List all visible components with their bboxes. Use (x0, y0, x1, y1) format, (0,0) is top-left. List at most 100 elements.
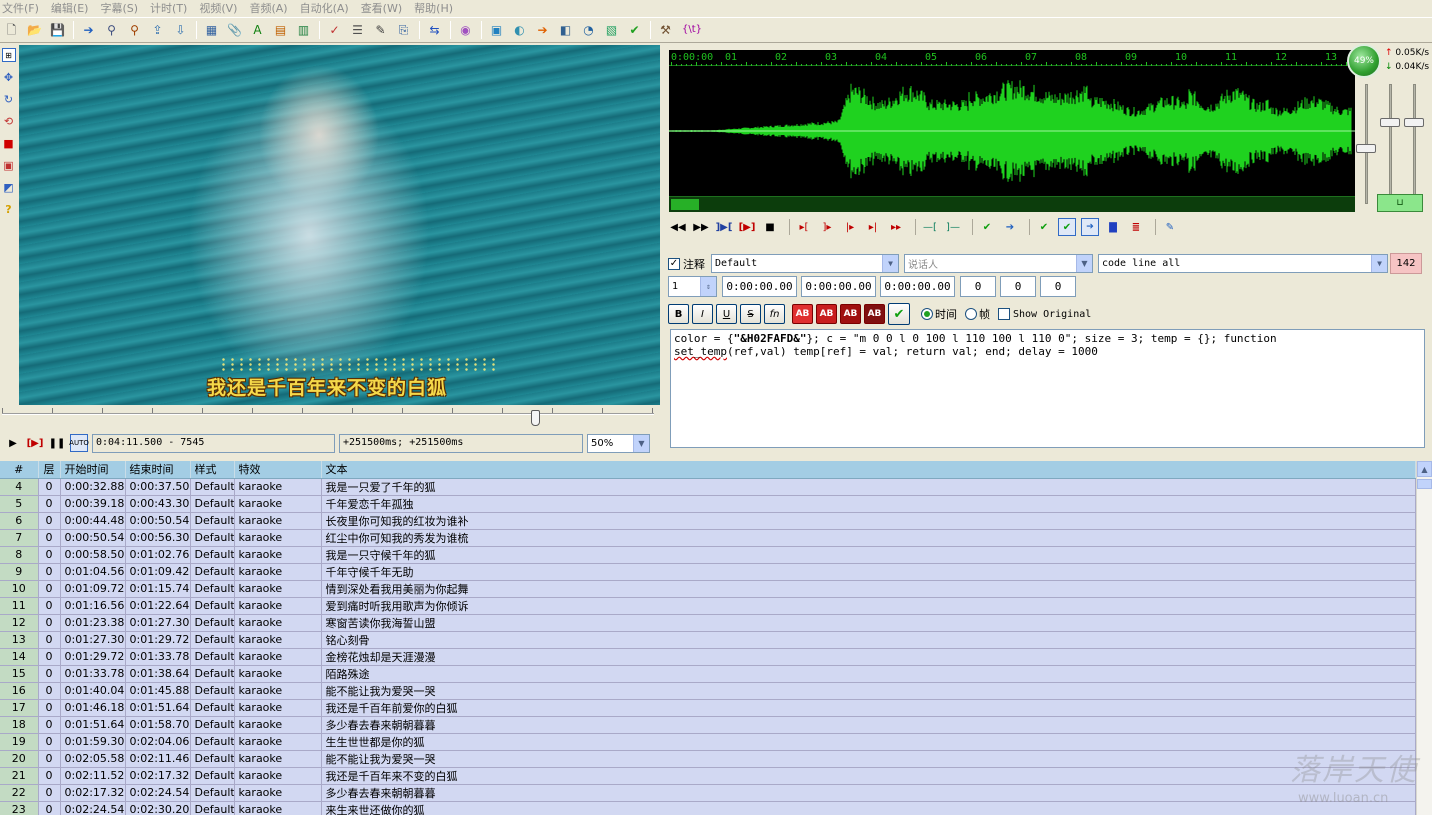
tool-27-icon[interactable]: {\t} (679, 21, 705, 40)
table-row[interactable]: 13 0 0:01:27.30 0:01:29.72 Default karaoke 铭心刻… (0, 631, 1416, 649)
stop-icon[interactable]: ■ (761, 218, 779, 236)
timing-post-icon[interactable]: ◉ (456, 21, 475, 40)
resample-icon[interactable]: ▤ (271, 21, 290, 40)
spell-check-icon[interactable]: ▥ (294, 21, 313, 40)
secondary-color-button[interactable]: AB (816, 304, 837, 324)
audio-waveform[interactable] (669, 67, 1355, 195)
export-icon[interactable]: ⇩ (171, 21, 190, 40)
table-row[interactable]: 22 0 0:02:17.32 0:02:24.54 Default karaoke 多少春… (0, 784, 1416, 802)
table-row[interactable]: 7 0 0:00:50.54 0:00:56.30 Default karaoke 红尘中你… (0, 529, 1416, 547)
subtitle-text-editor[interactable]: color = {"&H02FAFD&"}; c = "m 0 0 l 0 10… (670, 329, 1425, 448)
standard-tool-icon[interactable]: ⊞ (1, 48, 16, 62)
play-icon[interactable]: ▶ (4, 434, 22, 452)
auto-next-icon[interactable]: ✔ (1058, 218, 1076, 236)
grid-scroll-thumb[interactable] (1417, 479, 1432, 489)
menu-item-5[interactable]: 音频(A) (249, 0, 287, 16)
clip-tool-icon[interactable]: ▣ (2, 158, 16, 172)
save-icon[interactable]: 💾 (48, 21, 67, 40)
bold-button[interactable]: B (668, 304, 689, 324)
go-to-icon[interactable]: ➔ (1001, 218, 1019, 236)
find-icon[interactable]: ⚲ (102, 21, 121, 40)
table-row[interactable]: 12 0 0:01:23.38 0:01:27.30 Default karaoke 寒窗苦… (0, 614, 1416, 632)
seek-thumb[interactable] (531, 410, 540, 426)
grid-scrollbar[interactable]: ▲ (1416, 461, 1432, 815)
pause-icon[interactable]: ❚❚ (48, 434, 66, 452)
tools-icon[interactable]: ✔ (625, 21, 644, 40)
link-zoom-toggle[interactable]: ⊔ (1377, 194, 1423, 212)
lua-icon[interactable]: ⚒ (656, 21, 675, 40)
attachments-icon[interactable]: 📎 (225, 21, 244, 40)
table-row[interactable]: 5 0 0:00:39.18 0:00:43.30 Default karaoke 千年爱恋… (0, 495, 1416, 513)
underline-button[interactable]: U (716, 304, 737, 324)
table-row[interactable]: 11 0 0:01:16.56 0:01:22.64 Default karaoke 爱到痛… (0, 597, 1416, 615)
grid-column-header[interactable]: 文本 (321, 461, 1416, 479)
play-end-before-icon[interactable]: |▸ (841, 218, 859, 236)
menu-item-3[interactable]: 计时(T) (150, 0, 187, 16)
margin-vertical-field[interactable]: 0 (1040, 276, 1076, 297)
grid-column-header[interactable]: 结束时间 (125, 461, 191, 479)
menu-item-0[interactable]: 文件(F) (2, 0, 39, 16)
karaoke-split-icon[interactable]: ✎ (1161, 218, 1179, 236)
table-row[interactable]: 8 0 0:00:58.50 0:01:02.76 Default karaoke 我是一只… (0, 546, 1416, 564)
spinner-arrows-icon[interactable]: ⇕ (700, 277, 716, 296)
start-time-field[interactable]: 0:00:00.00 (722, 276, 797, 297)
table-row[interactable]: 15 0 0:01:33.78 0:01:38.64 Default karaoke 陌路殊… (0, 665, 1416, 683)
menu-item-8[interactable]: 帮助(H) (414, 0, 453, 16)
table-row[interactable]: 20 0 0:02:05.58 0:02:11.46 Default karaoke 能不能… (0, 750, 1416, 768)
duration-field[interactable]: 0:00:00.00 (880, 276, 955, 297)
help-icon[interactable]: ? (2, 202, 16, 216)
margin-left-field[interactable]: 0 (960, 276, 996, 297)
properties-icon[interactable]: ✓ (325, 21, 344, 40)
automation-icon[interactable]: ◔ (579, 21, 598, 40)
primary-color-button[interactable]: AB (792, 304, 813, 324)
comment-checkbox[interactable]: ✓ (668, 257, 680, 270)
subtitle-grid[interactable]: # 层开始时间 结束时间 样式 特效 文本 4 0 0:00:32.88 0:00:37.50 D… (0, 461, 1432, 815)
table-row[interactable]: 18 0 0:01:51.64 0:01:58.70 Default karaoke 多少春… (0, 716, 1416, 734)
kanji-timer-icon[interactable]: ◐ (510, 21, 529, 40)
menu-item-6[interactable]: 自动化(A) (300, 0, 349, 16)
shadow-color-button[interactable]: AB (864, 304, 885, 324)
auto-scroll-audio-icon[interactable]: ➔ (1081, 218, 1099, 236)
menu-item-2[interactable]: 字幕(S) (100, 0, 138, 16)
video-offset-field[interactable]: +251500ms; +251500ms (339, 433, 583, 453)
table-row[interactable]: 17 0 0:01:46.18 0:01:51.64 Default karaoke 我还是… (0, 699, 1416, 717)
film-icon[interactable]: ➔ (533, 21, 552, 40)
audio-scrollbar[interactable] (669, 196, 1355, 212)
audio-display[interactable]: 0:00:00 01 02 03 04 05 06 07 08 09 10 11 12 13 (669, 50, 1355, 212)
auto-commit-icon[interactable]: ✔ (1035, 218, 1053, 236)
table-row[interactable]: 21 0 0:02:11.52 0:02:17.32 Default karaoke 我还是… (0, 767, 1416, 785)
new-file-icon[interactable]: 🗋 (2, 21, 21, 40)
next-line-icon[interactable]: ▶▶ (692, 218, 710, 236)
replace-icon[interactable]: ⚲ (125, 21, 144, 40)
grid-column-header[interactable]: 开始时间 (60, 461, 126, 479)
jump-to-icon[interactable]: ➔ (79, 21, 98, 40)
grid-column-header[interactable]: # (0, 461, 39, 479)
effect-select[interactable]: code line all ▼ (1098, 254, 1388, 273)
table-row[interactable]: 6 0 0:00:44.48 0:00:50.54 Default karaoke 长夜里你… (0, 512, 1416, 530)
volume-slider[interactable] (1413, 84, 1416, 204)
video-display[interactable]: 我还是千百年来不变的白狐 (19, 45, 660, 405)
menu-item-1[interactable]: 编辑(E) (51, 0, 89, 16)
table-row[interactable]: 14 0 0:01:29.72 0:01:33.78 Default karaoke 金榜花… (0, 648, 1416, 666)
play-selection-icon[interactable]: ]▶[ (715, 218, 733, 236)
zoom-select[interactable]: 50% ▼ (587, 433, 650, 453)
grid-column-header[interactable]: 样式 (190, 461, 235, 479)
italic-button[interactable]: I (692, 304, 713, 324)
copy-icon[interactable]: ✎ (371, 21, 390, 40)
play-before-icon[interactable]: ▸[ (795, 218, 813, 236)
rotate-xy-icon[interactable]: ⟲ (2, 114, 16, 128)
video-seek-slider[interactable] (0, 407, 660, 429)
commit-icon[interactable]: ✔ (978, 218, 996, 236)
vertical-zoom-slider[interactable] (1389, 84, 1392, 204)
vector-clip-icon[interactable]: ◩ (2, 180, 16, 194)
play-end-after-icon[interactable]: ▸| (864, 218, 882, 236)
auto-scroll-icon[interactable]: AUTO (69, 434, 89, 452)
font-button[interactable]: fn (764, 304, 785, 324)
scroll-up-icon[interactable]: ▲ (1417, 461, 1432, 477)
table-row[interactable]: 23 0 0:02:24.54 0:02:30.20 Default karaoke 来生来… (0, 801, 1416, 815)
video-time-field[interactable]: 0:04:11.500 - 7545 (92, 433, 335, 453)
outline-color-button[interactable]: AB (840, 304, 861, 324)
style-select[interactable]: Default ▼ (711, 254, 899, 273)
import-icon[interactable]: ⇪ (148, 21, 167, 40)
frame-radio[interactable] (965, 308, 977, 320)
